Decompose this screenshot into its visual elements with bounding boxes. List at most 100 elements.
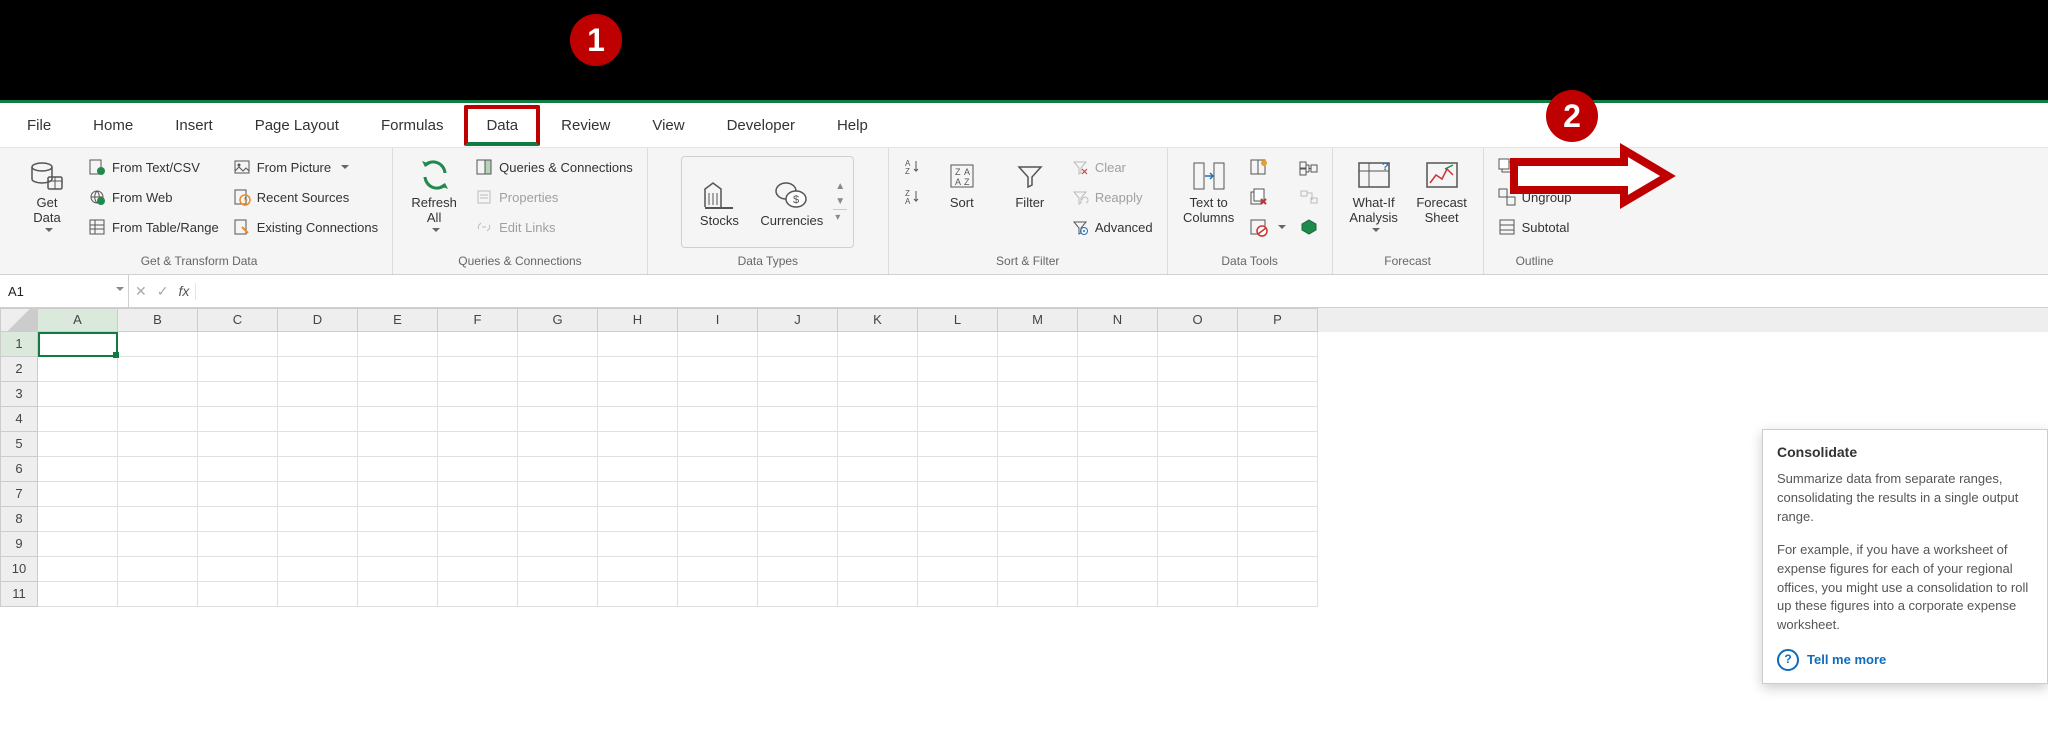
cell[interactable] bbox=[838, 457, 918, 482]
name-box[interactable]: A1 bbox=[0, 275, 129, 307]
sort-desc-button[interactable]: ZA bbox=[899, 184, 925, 210]
cell[interactable] bbox=[678, 382, 758, 407]
row-header[interactable]: 9 bbox=[0, 532, 38, 557]
row-header[interactable]: 8 bbox=[0, 507, 38, 532]
cell[interactable] bbox=[918, 532, 998, 557]
cell[interactable] bbox=[358, 407, 438, 432]
cell[interactable] bbox=[838, 332, 918, 357]
cell[interactable] bbox=[598, 432, 678, 457]
what-if-analysis-button[interactable]: ? What-If Analysis bbox=[1343, 154, 1405, 238]
cell[interactable] bbox=[278, 582, 358, 607]
cell[interactable] bbox=[438, 407, 518, 432]
cell[interactable] bbox=[278, 382, 358, 407]
cell[interactable] bbox=[678, 532, 758, 557]
col-header[interactable]: M bbox=[998, 308, 1078, 332]
tab-view[interactable]: View bbox=[631, 106, 705, 145]
cell[interactable] bbox=[38, 432, 118, 457]
worksheet-grid[interactable]: ABCDEFGHIJKLMNOP 1234567891011 bbox=[0, 308, 2048, 708]
queries-conn-pane-button[interactable]: Queries & Connections bbox=[471, 154, 637, 180]
cell[interactable] bbox=[1078, 407, 1158, 432]
cell[interactable] bbox=[118, 432, 198, 457]
cell[interactable] bbox=[1078, 382, 1158, 407]
tab-data[interactable]: Data bbox=[464, 105, 540, 146]
cell[interactable] bbox=[838, 407, 918, 432]
data-validation-button[interactable] bbox=[1246, 214, 1290, 240]
cell[interactable] bbox=[118, 382, 198, 407]
cell[interactable] bbox=[438, 432, 518, 457]
cell[interactable] bbox=[678, 407, 758, 432]
row-header[interactable]: 7 bbox=[0, 482, 38, 507]
cell[interactable] bbox=[838, 532, 918, 557]
cell[interactable] bbox=[38, 557, 118, 582]
enter-icon[interactable]: ✓ bbox=[157, 283, 169, 300]
cell[interactable] bbox=[1238, 532, 1318, 557]
row-header[interactable]: 5 bbox=[0, 432, 38, 457]
cell[interactable] bbox=[1078, 432, 1158, 457]
row-header[interactable]: 2 bbox=[0, 357, 38, 382]
cell[interactable] bbox=[1238, 507, 1318, 532]
cell[interactable] bbox=[1158, 407, 1238, 432]
cell[interactable] bbox=[118, 482, 198, 507]
col-header[interactable]: O bbox=[1158, 308, 1238, 332]
tell-me-more-link[interactable]: ?Tell me more bbox=[1777, 649, 2033, 671]
ungroup-button[interactable]: Ungroup bbox=[1494, 184, 1576, 210]
cell[interactable] bbox=[998, 432, 1078, 457]
cell[interactable] bbox=[438, 457, 518, 482]
cell[interactable] bbox=[758, 482, 838, 507]
cell[interactable] bbox=[1238, 582, 1318, 607]
col-header[interactable]: I bbox=[678, 308, 758, 332]
cell[interactable] bbox=[838, 507, 918, 532]
cell[interactable] bbox=[1078, 532, 1158, 557]
cell[interactable] bbox=[598, 357, 678, 382]
row-header[interactable]: 3 bbox=[0, 382, 38, 407]
subtotal-button[interactable]: Subtotal bbox=[1494, 214, 1576, 240]
cancel-icon[interactable]: ✕ bbox=[135, 283, 147, 300]
cell[interactable] bbox=[918, 557, 998, 582]
cell[interactable] bbox=[1078, 482, 1158, 507]
cell[interactable] bbox=[758, 407, 838, 432]
flash-fill-button[interactable] bbox=[1246, 154, 1290, 180]
refresh-all-button[interactable]: Refresh All bbox=[403, 154, 465, 238]
cell[interactable] bbox=[1078, 457, 1158, 482]
cell[interactable] bbox=[1158, 357, 1238, 382]
tab-page-layout[interactable]: Page Layout bbox=[234, 106, 360, 145]
sort-button[interactable]: ZAAZ Sort bbox=[931, 154, 993, 215]
cell[interactable] bbox=[998, 557, 1078, 582]
cell[interactable] bbox=[678, 582, 758, 607]
cell[interactable] bbox=[198, 557, 278, 582]
cell[interactable] bbox=[838, 357, 918, 382]
cell[interactable] bbox=[918, 357, 998, 382]
cell[interactable] bbox=[518, 557, 598, 582]
cell[interactable] bbox=[838, 432, 918, 457]
cell[interactable] bbox=[438, 557, 518, 582]
cell[interactable] bbox=[758, 532, 838, 557]
cell[interactable] bbox=[838, 382, 918, 407]
col-header[interactable]: D bbox=[278, 308, 358, 332]
cell[interactable] bbox=[38, 382, 118, 407]
cell[interactable] bbox=[998, 532, 1078, 557]
col-header[interactable]: N bbox=[1078, 308, 1158, 332]
cell[interactable] bbox=[38, 357, 118, 382]
cell[interactable] bbox=[758, 557, 838, 582]
cell[interactable] bbox=[678, 357, 758, 382]
cell[interactable] bbox=[758, 382, 838, 407]
stocks-button[interactable]: Stocks bbox=[688, 172, 750, 233]
cell[interactable] bbox=[358, 482, 438, 507]
cell[interactable] bbox=[998, 407, 1078, 432]
cell[interactable] bbox=[758, 457, 838, 482]
cell[interactable] bbox=[918, 582, 998, 607]
get-data-button[interactable]: Get Data bbox=[16, 154, 78, 238]
forecast-sheet-button[interactable]: Forecast Sheet bbox=[1411, 154, 1473, 230]
col-header[interactable]: J bbox=[758, 308, 838, 332]
cell[interactable] bbox=[838, 557, 918, 582]
cell[interactable] bbox=[198, 532, 278, 557]
cell[interactable] bbox=[1158, 507, 1238, 532]
cell[interactable] bbox=[38, 582, 118, 607]
cell[interactable] bbox=[678, 482, 758, 507]
cell[interactable] bbox=[598, 382, 678, 407]
cell[interactable] bbox=[438, 532, 518, 557]
cell[interactable] bbox=[118, 532, 198, 557]
cell[interactable] bbox=[598, 457, 678, 482]
cell[interactable] bbox=[38, 332, 118, 357]
cell[interactable] bbox=[678, 507, 758, 532]
